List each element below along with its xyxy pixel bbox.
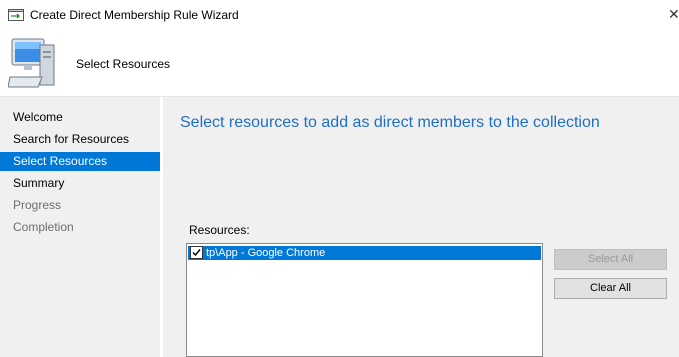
window-title: Create Direct Membership Rule Wizard xyxy=(30,8,239,22)
title-bar: Create Direct Membership Rule Wizard ✕ xyxy=(0,0,679,30)
page-title: Select Resources xyxy=(76,57,171,71)
wizard-steps-sidebar: Welcome Search for Resources Select Reso… xyxy=(0,97,160,357)
main-content: Select resources to add as direct member… xyxy=(163,97,679,357)
resource-label: tp\App - Google Chrome xyxy=(206,247,326,259)
wizard-window-icon xyxy=(8,9,24,21)
list-item[interactable]: tp\App - Google Chrome xyxy=(188,246,541,260)
clear-all-button[interactable]: Clear All xyxy=(554,278,667,299)
sidebar-item-search-for-resources[interactable]: Search for Resources xyxy=(0,130,160,149)
sidebar-item-summary[interactable]: Summary xyxy=(0,174,160,193)
sidebar-item-progress: Progress xyxy=(13,198,62,212)
select-all-button[interactable]: Select All xyxy=(554,249,667,270)
content-heading: Select resources to add as direct member… xyxy=(180,114,600,131)
checkmark-icon xyxy=(192,249,201,257)
computer-icon xyxy=(8,38,55,88)
sidebar-item-completion: Completion xyxy=(13,220,74,234)
sidebar-item-welcome[interactable]: Welcome xyxy=(0,108,160,127)
resources-label: Resources: xyxy=(189,223,250,237)
sidebar-item-select-resources[interactable]: Select Resources xyxy=(0,152,160,171)
close-icon[interactable]: ✕ xyxy=(668,6,679,22)
resources-list[interactable]: tp\App - Google Chrome xyxy=(186,243,543,357)
wizard-header: Select Resources xyxy=(0,30,679,96)
resource-checkbox[interactable] xyxy=(190,246,203,259)
